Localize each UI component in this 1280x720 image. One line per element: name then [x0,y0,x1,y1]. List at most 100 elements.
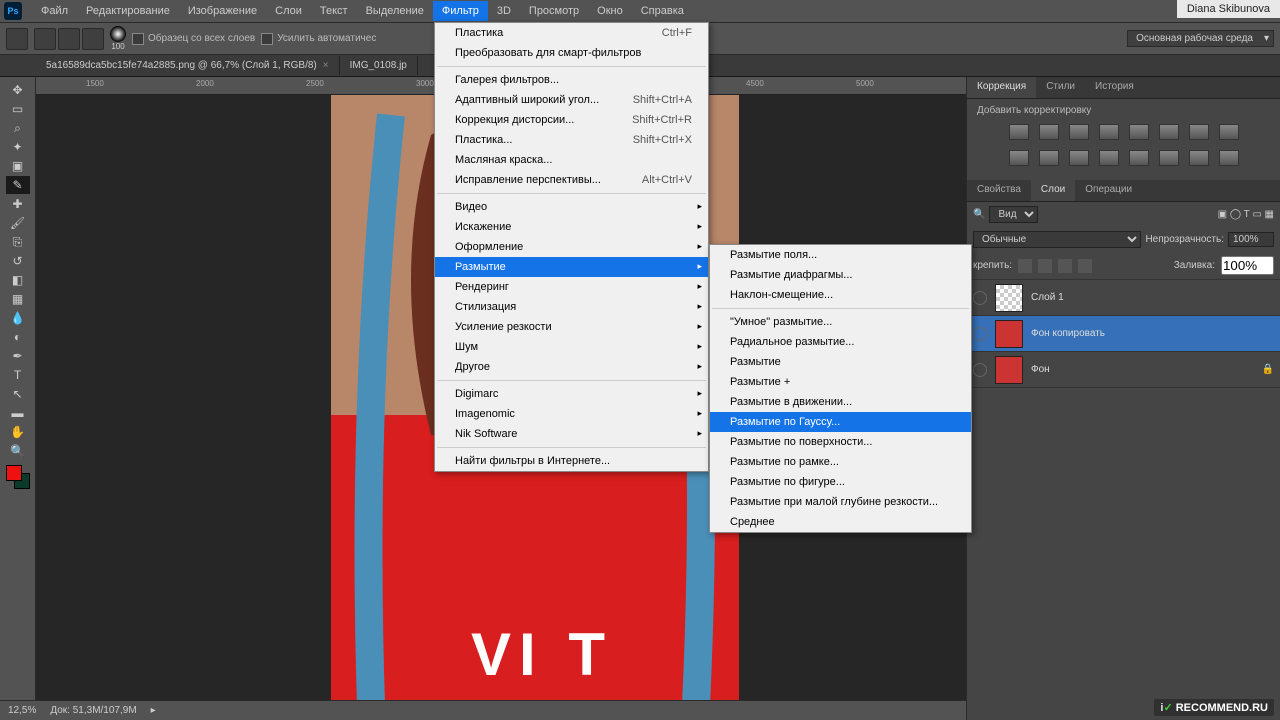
menu-item[interactable]: Преобразовать для смарт-фильтров [435,43,708,63]
menu-item[interactable]: Размытие + [710,372,971,392]
fill-input[interactable] [1221,256,1274,275]
workspace-selector[interactable]: Основная рабочая среда [1127,30,1274,47]
shape-tool[interactable]: ▬ [6,404,30,422]
dodge-tool[interactable]: ◐ [6,328,30,346]
adj-bw-icon[interactable] [1219,124,1239,140]
menu-item[interactable]: Размытие по Гауссу... [710,412,971,432]
menu-текст[interactable]: Текст [311,1,357,21]
lock-pixels-icon[interactable] [1038,259,1052,273]
enhance-auto-checkbox[interactable]: Усилить автоматичес [261,33,376,45]
layer-row[interactable]: Фон🔒 [967,352,1280,388]
menu-item[interactable]: Галерея фильтров... [435,70,708,90]
menu-item[interactable]: Размытие диафрагмы... [710,265,971,285]
layer-thumbnail[interactable] [995,320,1023,348]
menu-item[interactable]: Найти фильтры в Интернете... [435,451,708,471]
heal-tool[interactable]: ✚ [6,195,30,213]
adj-mixer-icon[interactable] [1039,150,1059,166]
adj-threshold-icon[interactable] [1159,150,1179,166]
tab-properties[interactable]: Свойства [967,180,1031,201]
mode-btn-3[interactable] [82,28,104,50]
menu-item[interactable]: ПластикаCtrl+F [435,23,708,43]
tool-preset-button[interactable] [6,28,28,50]
adj-selective-icon[interactable] [1219,150,1239,166]
adj-posterize-icon[interactable] [1129,150,1149,166]
layer-row[interactable]: Слой 1 [967,280,1280,316]
eyedropper-tool[interactable]: ✎ [6,176,30,194]
visibility-icon[interactable] [973,327,987,341]
close-icon[interactable]: × [323,60,329,71]
menu-item[interactable]: Исправление перспективы...Alt+Ctrl+V [435,170,708,190]
menu-item[interactable]: Шум [435,337,708,357]
visibility-icon[interactable] [973,363,987,377]
menu-слои[interactable]: Слои [266,1,311,21]
layer-thumbnail[interactable] [995,284,1023,312]
menu-выделение[interactable]: Выделение [357,1,433,21]
zoom-tool[interactable]: 🔍 [6,442,30,460]
lasso-tool[interactable]: ⌕ [6,119,30,137]
menu-item[interactable]: Рендеринг [435,277,708,297]
layer-thumbnail[interactable] [995,356,1023,384]
adj-photo-filter-icon[interactable] [1009,150,1029,166]
menu-item[interactable]: Другое [435,357,708,377]
path-tool[interactable]: ↖ [6,385,30,403]
lock-trans-icon[interactable] [1018,259,1032,273]
mode-btn-1[interactable] [34,28,56,50]
mode-btn-2[interactable] [58,28,80,50]
menu-item[interactable]: Размытие [435,257,708,277]
tab-operations[interactable]: Операции [1075,180,1142,201]
adj-curves-icon[interactable] [1069,124,1089,140]
layer-filter-kind[interactable]: Вид [989,206,1038,223]
color-swatch[interactable] [6,465,30,489]
menu-item[interactable]: Размытие поля... [710,245,971,265]
opacity-input[interactable] [1228,232,1274,247]
adj-exposure-icon[interactable] [1099,124,1119,140]
menu-редактирование[interactable]: Редактирование [77,1,179,21]
menu-item[interactable]: Digimarc [435,384,708,404]
doc-tab-1[interactable]: 5a16589dca5bc15fe74a2885.png @ 66,7% (Сл… [36,56,340,75]
menu-item[interactable]: Среднее [710,512,971,532]
tab-correction[interactable]: Коррекция [967,77,1036,98]
hand-tool[interactable]: ✋ [6,423,30,441]
menu-item[interactable]: Размытие в движении... [710,392,971,412]
menu-item[interactable]: Наклон-смещение... [710,285,971,305]
blur-tool[interactable]: 💧 [6,309,30,327]
tab-styles[interactable]: Стили [1036,77,1085,98]
wand-tool[interactable]: ✦ [6,138,30,156]
menu-item[interactable]: Nik Software [435,424,708,444]
adj-hue-icon[interactable] [1159,124,1179,140]
doc-tab-2[interactable]: IMG_0108.jp [340,56,418,75]
brush-size[interactable]: 100 [110,26,126,51]
brush-tool[interactable]: 🖌 [6,214,30,232]
menu-item[interactable]: Коррекция дисторсии...Shift+Ctrl+R [435,110,708,130]
menu-item[interactable]: Видео [435,197,708,217]
pen-tool[interactable]: ✒ [6,347,30,365]
marquee-tool[interactable]: ▭ [6,100,30,118]
menu-item[interactable]: Размытие по рамке... [710,452,971,472]
tab-history[interactable]: История [1085,77,1144,98]
stamp-tool[interactable]: ⎘ [6,233,30,251]
sample-all-layers-checkbox[interactable]: Образец со всех слоев [132,33,255,45]
adj-brightness-icon[interactable] [1009,124,1029,140]
menu-item[interactable]: Размытие по фигуре... [710,472,971,492]
move-tool[interactable]: ✥ [6,81,30,99]
menu-3d[interactable]: 3D [488,1,520,21]
menu-item[interactable]: Imagenomic [435,404,708,424]
menu-item[interactable]: Размытие [710,352,971,372]
history-brush-tool[interactable]: ↺ [6,252,30,270]
visibility-icon[interactable] [973,291,987,305]
menu-item[interactable]: Стилизация [435,297,708,317]
menu-item[interactable]: Пластика...Shift+Ctrl+X [435,130,708,150]
menu-справка[interactable]: Справка [632,1,693,21]
menu-фильтр[interactable]: Фильтр [433,1,488,21]
menu-файл[interactable]: Файл [32,1,77,21]
adj-levels-icon[interactable] [1039,124,1059,140]
menu-просмотр[interactable]: Просмотр [520,1,588,21]
adj-gradient-icon[interactable] [1189,150,1209,166]
lock-all-icon[interactable] [1078,259,1092,273]
adj-invert-icon[interactable] [1099,150,1119,166]
blend-mode-select[interactable]: Обычные [973,231,1141,248]
menu-окно[interactable]: Окно [588,1,632,21]
crop-tool[interactable]: ▣ [6,157,30,175]
menu-item[interactable]: "Умное" размытие... [710,312,971,332]
menu-item[interactable]: Размытие по поверхности... [710,432,971,452]
